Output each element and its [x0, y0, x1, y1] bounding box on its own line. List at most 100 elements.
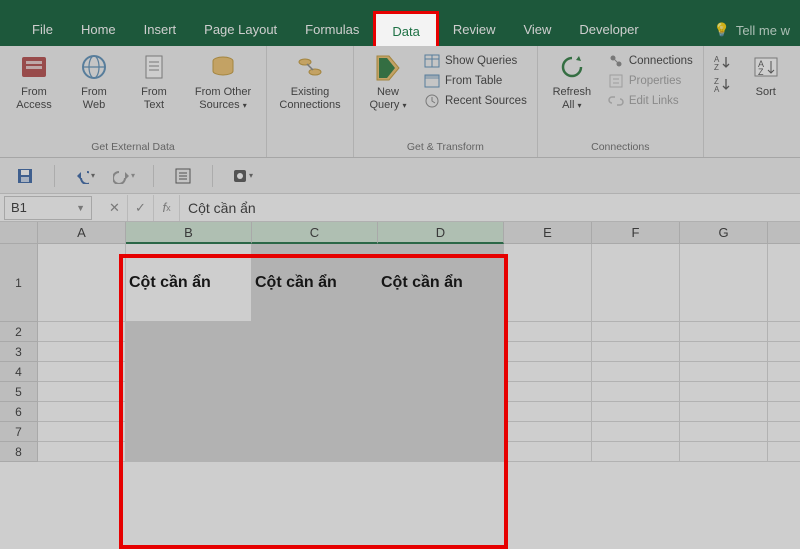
- cell-b7[interactable]: [126, 422, 252, 442]
- cell-e2[interactable]: [504, 322, 592, 342]
- tab-data[interactable]: Data: [373, 11, 438, 46]
- cell-a6[interactable]: [38, 402, 126, 422]
- col-header-b[interactable]: B: [126, 222, 252, 244]
- cell-h2[interactable]: [768, 322, 800, 342]
- cell-f5[interactable]: [592, 382, 680, 402]
- chevron-down-icon[interactable]: ▼: [76, 203, 85, 213]
- col-header-a[interactable]: A: [38, 222, 126, 244]
- tab-review[interactable]: Review: [439, 14, 510, 46]
- cell-f7[interactable]: [592, 422, 680, 442]
- cell-b6[interactable]: [126, 402, 252, 422]
- sort-desc-button[interactable]: ZA: [712, 76, 732, 94]
- cell-c1[interactable]: Cột cần ẩn: [252, 244, 378, 322]
- cell-e7[interactable]: [504, 422, 592, 442]
- cell-h8[interactable]: [768, 442, 800, 462]
- cell-e5[interactable]: [504, 382, 592, 402]
- tab-insert[interactable]: Insert: [130, 14, 191, 46]
- row-header-6[interactable]: 6: [0, 402, 38, 422]
- new-query-button[interactable]: NewQuery ▾: [362, 50, 414, 111]
- name-box[interactable]: B1 ▼: [4, 196, 92, 220]
- cell-c8[interactable]: [252, 442, 378, 462]
- row-header-7[interactable]: 7: [0, 422, 38, 442]
- from-table-button[interactable]: From Table: [422, 72, 529, 90]
- cell-b2[interactable]: [126, 322, 252, 342]
- connections-button[interactable]: Connections: [606, 52, 695, 70]
- cell-f4[interactable]: [592, 362, 680, 382]
- from-access-button[interactable]: FromAccess: [8, 50, 60, 111]
- col-header-g[interactable]: G: [680, 222, 768, 244]
- row-header-3[interactable]: 3: [0, 342, 38, 362]
- from-text-button[interactable]: FromText: [128, 50, 180, 111]
- cell-c3[interactable]: [252, 342, 378, 362]
- cell-a2[interactable]: [38, 322, 126, 342]
- cell-g5[interactable]: [680, 382, 768, 402]
- cell-g2[interactable]: [680, 322, 768, 342]
- cell-f1[interactable]: [592, 244, 680, 322]
- cell-e1[interactable]: [504, 244, 592, 322]
- row-header-2[interactable]: 2: [0, 322, 38, 342]
- recent-sources-button[interactable]: Recent Sources: [422, 92, 529, 110]
- cell-c5[interactable]: [252, 382, 378, 402]
- cell-c2[interactable]: [252, 322, 378, 342]
- tab-home[interactable]: Home: [67, 14, 130, 46]
- cell-a3[interactable]: [38, 342, 126, 362]
- row-header-4[interactable]: 4: [0, 362, 38, 382]
- tab-file[interactable]: File: [18, 14, 67, 46]
- cell-b1[interactable]: Cột cần ẩn: [126, 244, 252, 322]
- cell-c6[interactable]: [252, 402, 378, 422]
- cell-f8[interactable]: [592, 442, 680, 462]
- tab-formulas[interactable]: Formulas: [291, 14, 373, 46]
- cell-a5[interactable]: [38, 382, 126, 402]
- cell-b4[interactable]: [126, 362, 252, 382]
- cell-g8[interactable]: [680, 442, 768, 462]
- cell-g6[interactable]: [680, 402, 768, 422]
- cell-h5[interactable]: [768, 382, 800, 402]
- tell-me[interactable]: 💡 Tell me w: [714, 22, 800, 38]
- cell-d2[interactable]: [378, 322, 504, 342]
- col-header-f[interactable]: F: [592, 222, 680, 244]
- redo-button[interactable]: ▾: [113, 165, 135, 187]
- tab-developer[interactable]: Developer: [565, 14, 652, 46]
- cell-a7[interactable]: [38, 422, 126, 442]
- cancel-formula-button[interactable]: ✕: [102, 195, 128, 221]
- cell-f2[interactable]: [592, 322, 680, 342]
- cell-a1[interactable]: [38, 244, 126, 322]
- refresh-all-button[interactable]: RefreshAll ▾: [546, 50, 598, 111]
- cell-e4[interactable]: [504, 362, 592, 382]
- cell-b3[interactable]: [126, 342, 252, 362]
- cell-f6[interactable]: [592, 402, 680, 422]
- spreadsheet-grid[interactable]: A B C D E F G H 1 2 3 4 5 6 7 8 Cột cần …: [0, 222, 800, 549]
- cell-h6[interactable]: [768, 402, 800, 422]
- row-header-1[interactable]: 1: [0, 244, 38, 322]
- cell-g4[interactable]: [680, 362, 768, 382]
- cell-c7[interactable]: [252, 422, 378, 442]
- insert-function-button[interactable]: fx: [154, 195, 180, 221]
- sort-asc-button[interactable]: AZ: [712, 54, 732, 72]
- col-header-h[interactable]: H: [768, 222, 800, 244]
- save-button[interactable]: [14, 165, 36, 187]
- cell-h4[interactable]: [768, 362, 800, 382]
- from-other-sources-button[interactable]: From OtherSources ▾: [188, 50, 258, 111]
- cell-h1[interactable]: [768, 244, 800, 322]
- formula-input[interactable]: Cột cần ẩn: [180, 200, 800, 216]
- cell-c4[interactable]: [252, 362, 378, 382]
- cell-b8[interactable]: [126, 442, 252, 462]
- cell-d1[interactable]: Cột cần ẩn: [378, 244, 504, 322]
- cell-d5[interactable]: [378, 382, 504, 402]
- enter-formula-button[interactable]: ✓: [128, 195, 154, 221]
- undo-button[interactable]: ▾: [73, 165, 95, 187]
- cell-e3[interactable]: [504, 342, 592, 362]
- cell-h3[interactable]: [768, 342, 800, 362]
- col-header-d[interactable]: D: [378, 222, 504, 244]
- cell-d3[interactable]: [378, 342, 504, 362]
- select-all-corner[interactable]: [0, 222, 38, 244]
- cell-g7[interactable]: [680, 422, 768, 442]
- existing-connections-button[interactable]: ExistingConnections: [275, 50, 345, 111]
- cell-b5[interactable]: [126, 382, 252, 402]
- from-web-button[interactable]: FromWeb: [68, 50, 120, 111]
- cell-a8[interactable]: [38, 442, 126, 462]
- cell-e8[interactable]: [504, 442, 592, 462]
- cell-e6[interactable]: [504, 402, 592, 422]
- sort-button[interactable]: AZ Sort: [740, 50, 792, 99]
- row-header-5[interactable]: 5: [0, 382, 38, 402]
